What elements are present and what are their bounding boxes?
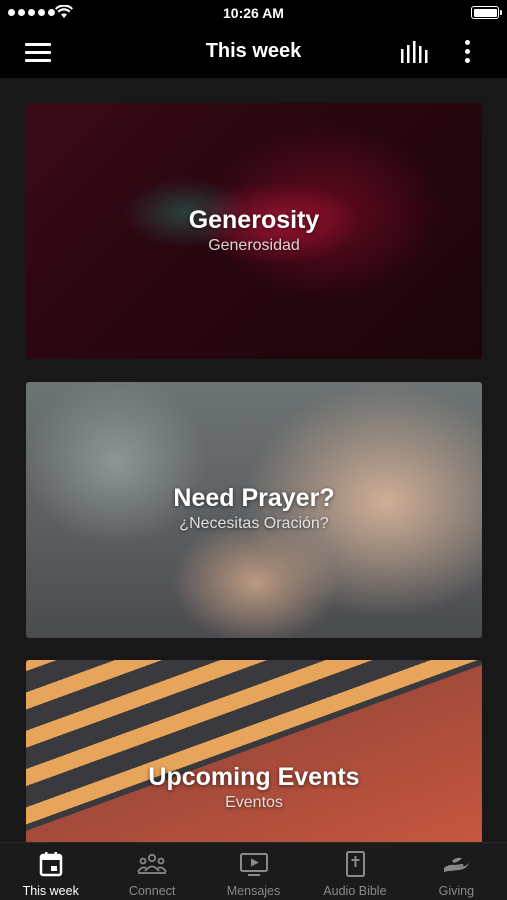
card-subtitle: Eventos bbox=[225, 794, 283, 811]
more-vertical-icon[interactable] bbox=[456, 38, 478, 66]
card-title: Generosity bbox=[188, 206, 320, 234]
tab-label: Audio Bible bbox=[323, 884, 387, 898]
tab-label: Giving bbox=[438, 884, 475, 898]
nav-bar: This week bbox=[0, 26, 507, 78]
card-upcoming-events[interactable]: Upcoming Events Eventos bbox=[26, 660, 482, 842]
status-time: 10:26 AM bbox=[223, 5, 284, 21]
card-subtitle: Generosidad bbox=[208, 237, 300, 254]
tab-this-week[interactable]: This week bbox=[0, 843, 101, 900]
battery-icon bbox=[471, 6, 502, 19]
card-subtitle: ¿Necesitas Oración? bbox=[179, 515, 329, 532]
card-title: Upcoming Events bbox=[148, 763, 360, 791]
hand-giving-icon bbox=[444, 857, 471, 872]
tab-bar: This week Connect Mensajes Audio Bible G… bbox=[0, 842, 507, 900]
card-generosity[interactable]: Generosity Generosidad bbox=[26, 103, 482, 359]
tab-label: Mensajes bbox=[226, 884, 281, 898]
tab-label: Connect bbox=[128, 884, 176, 898]
calendar-icon bbox=[39, 852, 62, 877]
tab-label: This week bbox=[22, 884, 79, 898]
bible-icon bbox=[345, 851, 365, 877]
tab-connect[interactable]: Connect bbox=[101, 843, 202, 900]
status-bar: 10:26 AM bbox=[0, 0, 507, 26]
content-feed: Generosity Generosidad Need Prayer? ¿Nec… bbox=[0, 78, 507, 842]
tab-mensajes[interactable]: Mensajes bbox=[203, 843, 304, 900]
tab-audio-bible[interactable]: Audio Bible bbox=[304, 843, 405, 900]
people-icon bbox=[137, 853, 167, 874]
card-image-crosswalk bbox=[26, 660, 482, 842]
card-title: Need Prayer? bbox=[173, 484, 335, 512]
tab-giving[interactable]: Giving bbox=[406, 843, 507, 900]
audio-levels-icon[interactable] bbox=[398, 40, 432, 64]
tv-play-icon bbox=[239, 853, 268, 876]
card-need-prayer[interactable]: Need Prayer? ¿Necesitas Oración? bbox=[26, 382, 482, 638]
